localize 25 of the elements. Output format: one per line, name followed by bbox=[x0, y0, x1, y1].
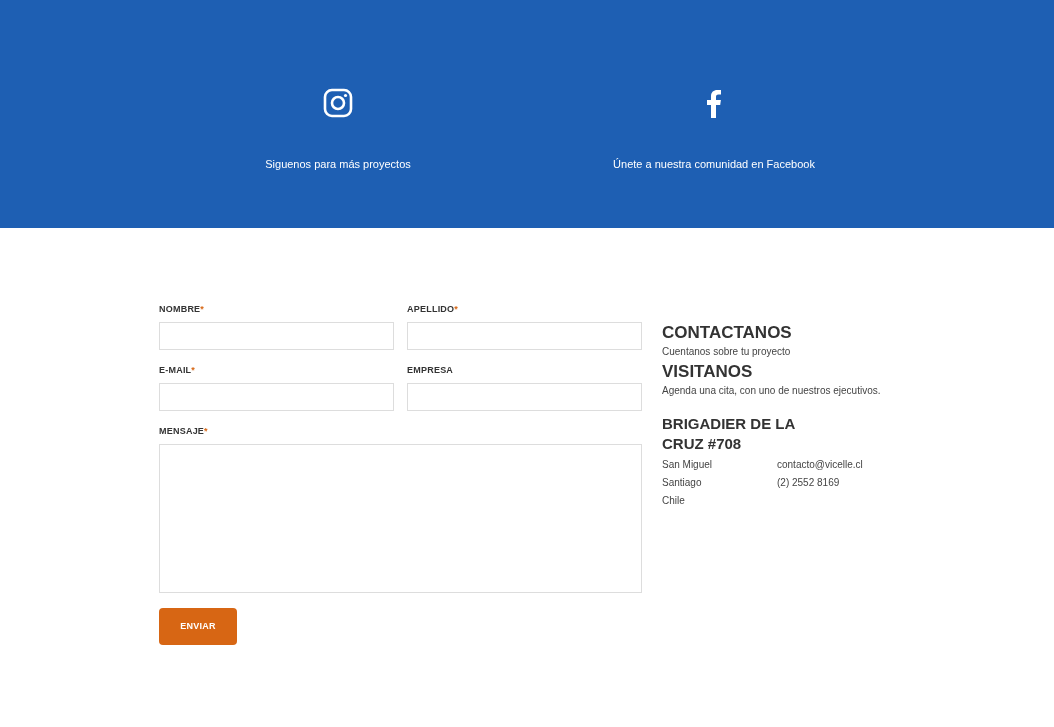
field-label: MENSAJE* bbox=[159, 425, 209, 438]
input-field[interactable] bbox=[159, 322, 394, 350]
field-label: NOMBRE* bbox=[159, 303, 206, 316]
social-caption: Siguenos para más proyectos bbox=[265, 157, 411, 172]
section-heading: VISITANOS bbox=[662, 362, 754, 382]
message-field[interactable] bbox=[159, 444, 642, 593]
field-label: APELLIDO* bbox=[407, 303, 460, 316]
input-field[interactable] bbox=[159, 383, 394, 411]
contact-line: (2) 2552 8169 bbox=[777, 476, 841, 490]
section-text: Cuentanos sobre tu proyecto bbox=[662, 345, 792, 359]
address-line: Chile bbox=[662, 494, 686, 508]
address-line: Santiago bbox=[662, 476, 703, 490]
field-label: EMPRESA bbox=[407, 364, 455, 377]
address-heading: BRIGADIER DE LA CRUZ #708 bbox=[662, 414, 796, 454]
social-caption: Únete a nuestra comunidad en Facebook bbox=[613, 157, 815, 172]
instagram-icon[interactable] bbox=[323, 88, 353, 118]
input-field[interactable] bbox=[407, 383, 642, 411]
field-label: E-MAIL* bbox=[159, 364, 197, 377]
input-field[interactable] bbox=[407, 322, 642, 350]
address-line: San Miguel bbox=[662, 458, 714, 472]
section-heading: CONTACTANOS bbox=[662, 323, 793, 343]
contact-line: contacto@vicelle.cl bbox=[777, 458, 863, 472]
facebook-icon[interactable] bbox=[706, 88, 722, 118]
submit-button[interactable]: ENVIAR bbox=[159, 608, 237, 645]
section-text: Agenda una cita, con uno de nuestros ejecutivos. bbox=[662, 384, 882, 398]
